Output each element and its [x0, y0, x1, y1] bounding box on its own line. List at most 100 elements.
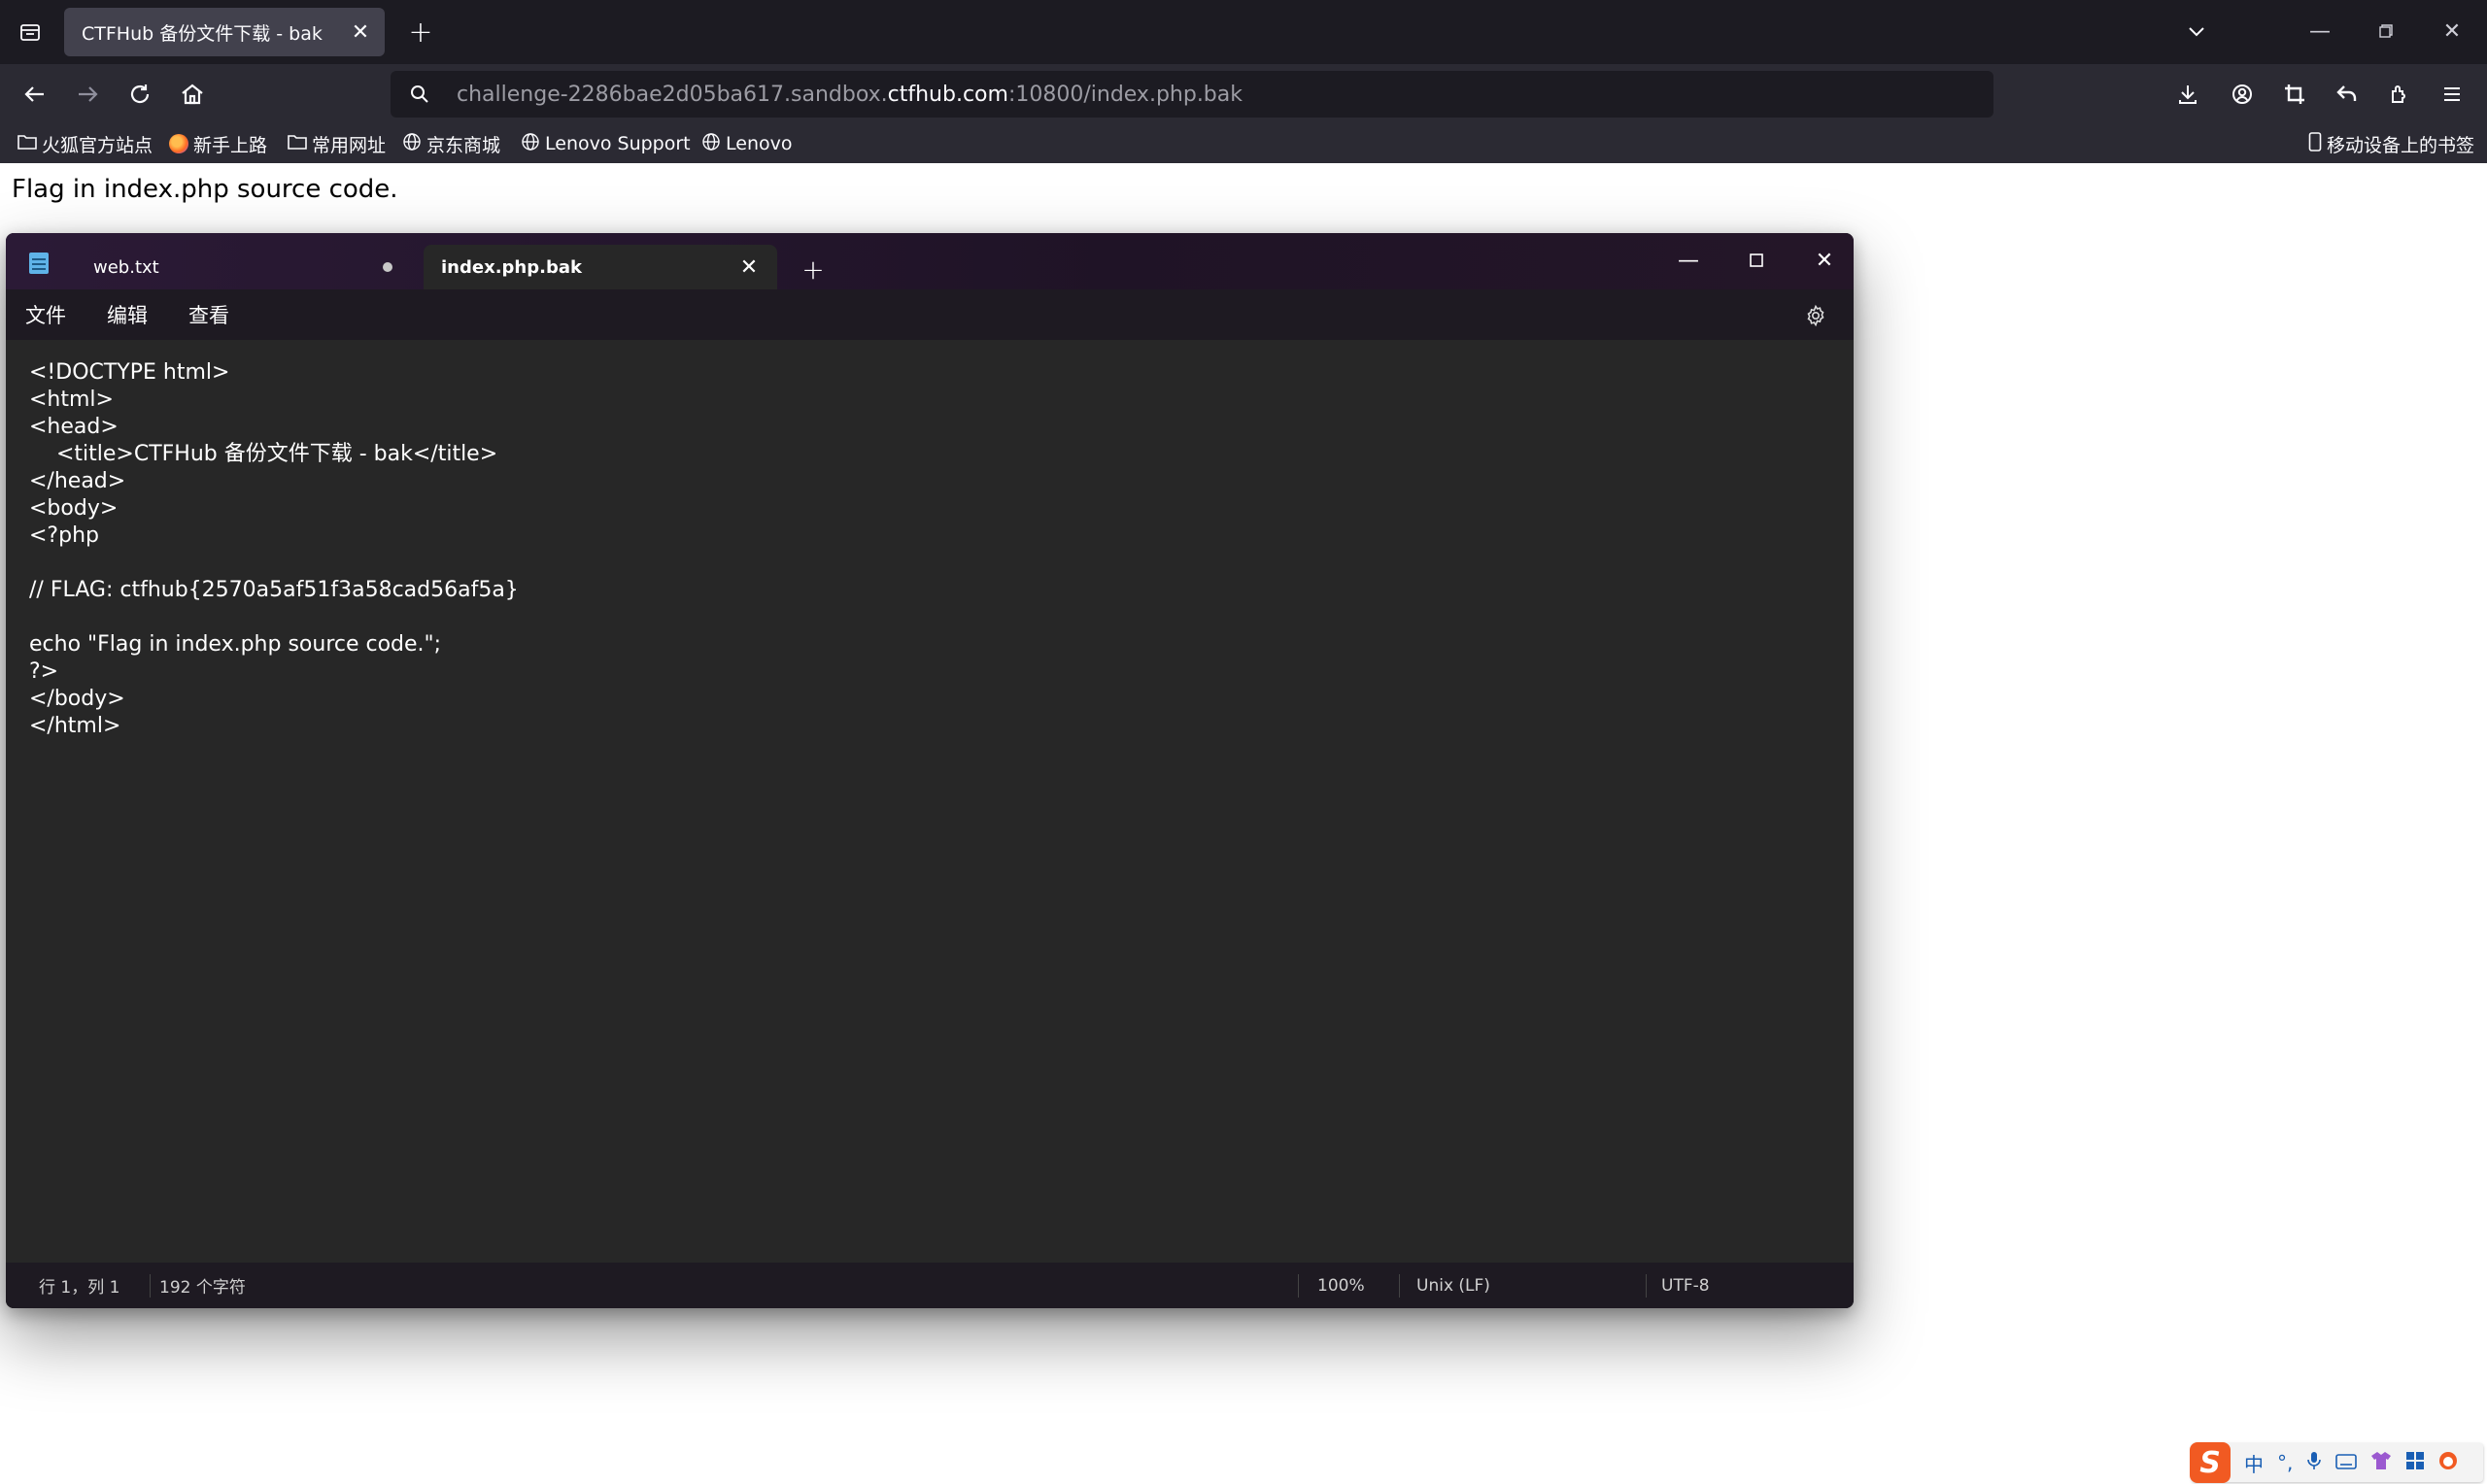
notepad-tab-index-php-bak[interactable]: index.php.bak ✕ [424, 245, 777, 289]
sogou-assistant-icon[interactable] [2438, 1451, 2458, 1475]
status-divider [150, 1274, 151, 1298]
bookmark-label: 常用网址 [312, 134, 387, 156]
code-line: <body> [29, 496, 119, 521]
url-prefix: challenge-2286bae2d05ba617.sandbox. [457, 82, 888, 107]
undo-arrow-icon[interactable] [2330, 77, 2365, 112]
mobile-bookmarks[interactable]: 移动设备上的书签 [2308, 124, 2474, 163]
bookmark-jd[interactable]: 京东商城 [402, 124, 500, 163]
code-line: // FLAG: ctfhub{2570a5af51f3a58cad56af5a… [29, 578, 519, 602]
code-line: ?> [29, 659, 59, 684]
code-line: echo "Flag in index.php source code."; [29, 632, 442, 657]
reload-icon[interactable] [122, 77, 157, 112]
globe-icon [521, 132, 540, 156]
firefox-icon [169, 134, 188, 153]
browser-tab-title: CTFHub 备份文件下载 - bak [82, 22, 323, 45]
url-bar[interactable]: challenge-2286bae2d05ba617.sandbox.ctfhu… [391, 71, 1993, 118]
code-line: <title>CTFHub 备份文件下载 - bak</title> [29, 442, 498, 466]
minimize-icon[interactable]: — [2299, 12, 2341, 51]
menu-view[interactable]: 查看 [188, 289, 229, 340]
bookmark-huohu[interactable]: 火狐官方站点 [17, 124, 153, 163]
menu-edit[interactable]: 编辑 [107, 289, 148, 340]
bookmarks-toolbar: 火狐官方站点 新手上路 常用网址 京东商城 Lenovo Support Len… [0, 124, 2487, 163]
gear-icon[interactable] [1799, 299, 1832, 332]
skin-shirt-icon[interactable] [2370, 1451, 2392, 1475]
status-char-count: 192 个字符 [159, 1278, 246, 1298]
code-line: </head> [29, 469, 126, 493]
code-line: <!DOCTYPE html> [29, 360, 230, 385]
notepad-tab-label: index.php.bak [441, 256, 582, 278]
code-line: <html> [29, 388, 114, 412]
status-cursor-position: 行 1，列 1 [39, 1278, 120, 1298]
status-divider [1298, 1274, 1299, 1298]
keyboard-icon[interactable] [2335, 1451, 2358, 1474]
minimize-icon[interactable]: — [1659, 237, 1718, 284]
url-text[interactable]: challenge-2286bae2d05ba617.sandbox.ctfhu… [457, 83, 1243, 107]
folder-icon [288, 132, 307, 155]
notepad-titlebar: web.txt index.php.bak ✕ + — ✕ [6, 233, 1854, 289]
menu-file[interactable]: 文件 [25, 289, 66, 340]
bookmark-label: Lenovo Support [545, 133, 691, 154]
browser-navbar: challenge-2286bae2d05ba617.sandbox.ctfhu… [0, 64, 2487, 124]
ime-mode-toggle[interactable]: 中 [2244, 1449, 2264, 1477]
firefox-view-icon[interactable] [14, 16, 47, 49]
ime-toolbar: S 中 °, [2190, 1442, 2483, 1483]
bookmark-changyong[interactable]: 常用网址 [288, 124, 386, 163]
editor-text[interactable]: <!DOCTYPE html> <html> <head> <title>CTFHu… [29, 359, 519, 740]
notepad-tab-label: web.txt [93, 256, 159, 278]
toolbox-grid-icon[interactable] [2405, 1451, 2425, 1475]
browser-tab-active[interactable]: CTFHub 备份文件下载 - bak ✕ [64, 8, 385, 56]
url-suffix: :10800/index.php.bak [1007, 82, 1243, 107]
notepad-app-icon [29, 253, 49, 274]
screenshot-crop-icon[interactable] [2277, 77, 2312, 112]
bookmark-label: 新手上路 [193, 134, 268, 156]
notepad-menubar: 文件 编辑 查看 [6, 289, 1854, 340]
code-line: </body> [29, 687, 125, 711]
folder-icon [17, 132, 37, 155]
bookmark-xinshou[interactable]: 新手上路 [169, 124, 267, 163]
extensions-icon[interactable] [2382, 77, 2417, 112]
maximize-icon[interactable] [1727, 237, 1786, 284]
bookmark-label: Lenovo [726, 133, 793, 154]
notepad-window: web.txt index.php.bak ✕ + — ✕ 文件 编辑 查看 <… [6, 233, 1854, 1308]
microphone-icon[interactable] [2306, 1451, 2322, 1475]
browser-tabstrip: CTFHub 备份文件下载 - bak ✕ + — ✕ [0, 0, 2487, 64]
download-icon[interactable] [2170, 77, 2205, 112]
url-domain: ctfhub.com [887, 82, 1008, 107]
status-zoom[interactable]: 100% [1317, 1263, 1365, 1308]
notepad-editor[interactable]: <!DOCTYPE html> <html> <head> <title>CTFHu… [6, 340, 1854, 1263]
home-icon[interactable] [175, 77, 210, 112]
close-icon[interactable]: ✕ [344, 16, 377, 49]
account-icon[interactable] [2225, 77, 2260, 112]
chevron-down-icon[interactable] [2180, 16, 2213, 49]
close-icon[interactable]: ✕ [734, 253, 764, 282]
search-icon [391, 71, 449, 118]
punctuation-icon[interactable]: °, [2277, 1451, 2293, 1474]
sogou-logo-icon[interactable]: S [2190, 1442, 2231, 1483]
new-tab-button[interactable]: + [404, 16, 437, 50]
restore-icon[interactable] [2365, 12, 2407, 51]
globe-icon [402, 132, 422, 156]
status-encoding[interactable]: UTF-8 [1661, 1263, 1710, 1308]
code-line: </html> [29, 714, 121, 738]
code-line: <?php [29, 523, 99, 548]
bookmark-lenovo-support[interactable]: Lenovo Support [521, 124, 691, 163]
close-window-icon[interactable]: ✕ [2431, 12, 2473, 51]
mobile-bookmarks-label: 移动设备上的书签 [2327, 134, 2475, 156]
bookmark-label: 火狐官方站点 [42, 134, 153, 156]
globe-icon [701, 132, 721, 156]
menu-hamburger-icon[interactable] [2435, 77, 2470, 112]
unsaved-dot-icon [383, 262, 392, 272]
notepad-tab-web-txt[interactable]: web.txt [74, 245, 414, 289]
back-arrow-icon[interactable] [17, 77, 52, 112]
forward-arrow-icon[interactable] [70, 77, 105, 112]
bookmark-lenovo[interactable]: Lenovo [701, 124, 792, 163]
close-window-icon[interactable]: ✕ [1795, 237, 1854, 284]
notepad-statusbar: 行 1，列 1 192 个字符 100% Unix (LF) UTF-8 [6, 1263, 1854, 1308]
notepad-new-tab-button[interactable]: + [797, 253, 830, 286]
code-line: <head> [29, 415, 119, 439]
status-divider [1399, 1274, 1400, 1298]
mobile-device-icon [2308, 131, 2322, 156]
status-line-ending[interactable]: Unix (LF) [1416, 1263, 1490, 1308]
